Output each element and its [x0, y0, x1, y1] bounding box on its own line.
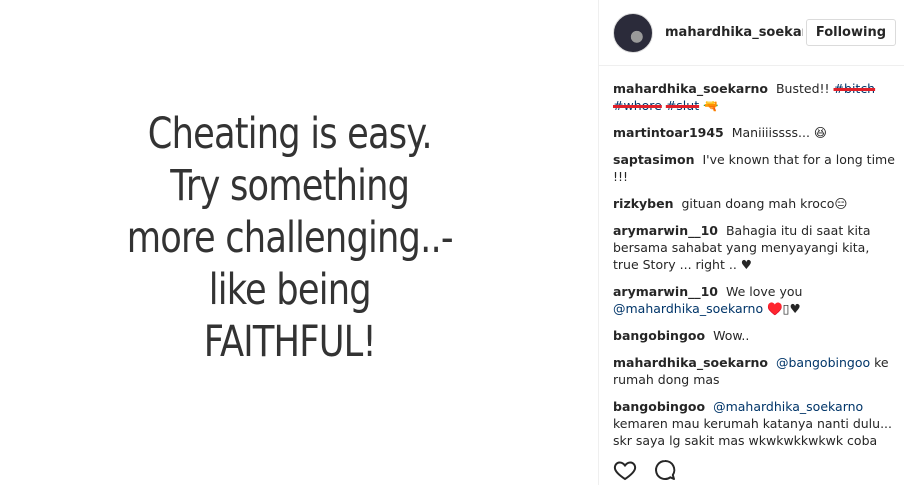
- list-item: arymarwin__10 We love you @mahardhika_so…: [613, 283, 895, 317]
- quote-line: FAITHFUL!: [203, 316, 377, 367]
- comment-text: We love you: [725, 284, 803, 299]
- comment-mention[interactable]: @mahardhika_soekarno: [613, 301, 763, 316]
- comment-list[interactable]: mahardhika_soekarno Busted!! #bitch #who…: [613, 80, 895, 448]
- comment-emoji: ♥️▯♥: [767, 301, 801, 316]
- comment-text: Maniiiissss... 😆: [731, 125, 827, 140]
- post-header: mahardhika_soekarno Following: [599, 0, 904, 66]
- quote-text: Cheating is easy. Try something more cha…: [126, 108, 454, 368]
- avatar[interactable]: [613, 12, 653, 53]
- comment-username[interactable]: rizkyben: [613, 196, 674, 211]
- list-item: saptasimon I've known that for a long ti…: [613, 151, 895, 185]
- list-item: arymarwin__10 Bahagia itu di saat kita b…: [613, 222, 895, 273]
- comment-text: kemaren mau kerumah katanya nanti dulu..…: [613, 416, 892, 448]
- post-sidebar: mahardhika_soekarno Following mahardhika…: [598, 0, 904, 485]
- comment-icon[interactable]: [653, 458, 677, 482]
- caption-hashtag[interactable]: #bitch: [834, 81, 876, 96]
- comment-text: Wow..: [713, 328, 750, 343]
- list-item: rizkyben gituan doang mah kroco😑: [613, 195, 895, 212]
- quote-line: more challenging..-: [126, 212, 454, 263]
- comment-username[interactable]: bangobingoo: [613, 328, 705, 343]
- comment-username[interactable]: arymarwin__10: [613, 223, 718, 238]
- quote-line: Try something: [170, 160, 411, 211]
- list-item: bangobingoo @mahardhika_soekarno kemaren…: [613, 398, 895, 448]
- heart-icon[interactable]: [613, 458, 637, 482]
- quote-line: Cheating is easy.: [147, 108, 433, 159]
- caption-hashtag[interactable]: #whore: [613, 98, 662, 113]
- quote-line: like being: [208, 264, 372, 315]
- comment-username[interactable]: arymarwin__10: [613, 284, 718, 299]
- list-item: martintoar1945 Maniiiissss... 😆: [613, 124, 895, 141]
- comment-username[interactable]: martintoar1945: [613, 125, 724, 140]
- caption: mahardhika_soekarno Busted!! #bitch #who…: [613, 80, 895, 114]
- comment-mention[interactable]: @mahardhika_soekarno: [713, 399, 863, 414]
- comment-text: gituan doang mah kroco😑: [681, 196, 848, 211]
- post-actions: [613, 455, 677, 485]
- comment-username[interactable]: bangobingoo: [613, 399, 705, 414]
- pistol-emoji: 🔫: [703, 98, 719, 113]
- comment-username[interactable]: saptasimon: [613, 152, 694, 167]
- header-username[interactable]: mahardhika_soekarno: [665, 25, 803, 40]
- caption-username[interactable]: mahardhika_soekarno: [613, 81, 768, 96]
- following-button[interactable]: Following: [805, 19, 896, 46]
- caption-text: Busted!!: [775, 81, 830, 96]
- caption-hashtag[interactable]: #slut: [666, 98, 699, 113]
- list-item: bangobingoo Wow..: [613, 327, 895, 344]
- comment-username[interactable]: mahardhika_soekarno: [613, 355, 768, 370]
- list-item: mahardhika_soekarno @bangobingoo ke ruma…: [613, 354, 895, 388]
- post-image: Cheating is easy. Try something more cha…: [0, 0, 598, 485]
- comment-mention[interactable]: @bangobingoo: [776, 355, 870, 370]
